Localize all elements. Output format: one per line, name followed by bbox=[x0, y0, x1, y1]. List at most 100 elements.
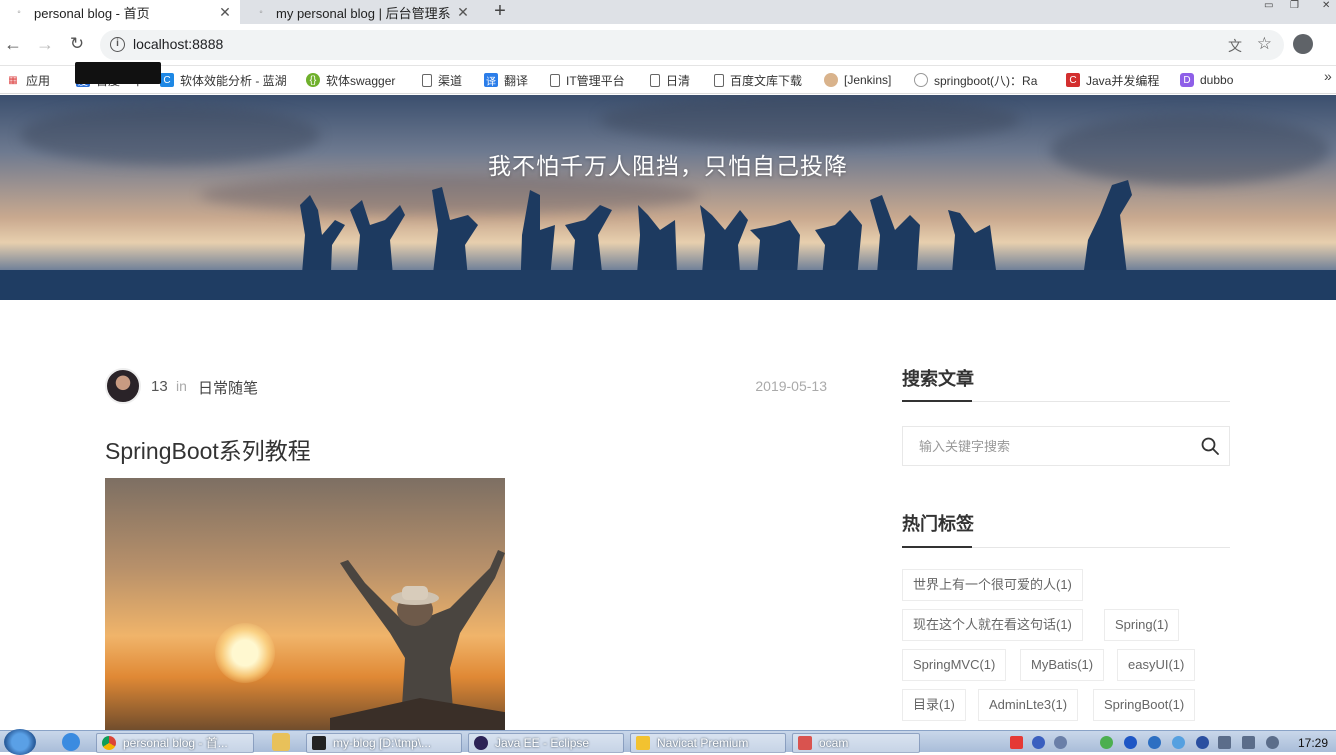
bookmark-swagger[interactable]: {} 软体swagger bbox=[306, 71, 395, 89]
ie-icon[interactable] bbox=[62, 733, 80, 751]
ground-strip bbox=[0, 270, 1336, 300]
post-author[interactable]: 13 bbox=[151, 378, 168, 395]
in-label: in bbox=[176, 378, 187, 394]
info-icon[interactable]: i bbox=[110, 37, 125, 52]
lanhu-icon: C bbox=[160, 73, 174, 87]
address-bar[interactable]: i localhost:8888 文 ☆ bbox=[100, 30, 1284, 60]
ocam-icon bbox=[798, 736, 812, 750]
search-box bbox=[902, 426, 1230, 466]
minimize-icon[interactable]: ▭ bbox=[1264, 0, 1273, 11]
hero-motto: 我不怕千万人阻挡，只怕自己投降 bbox=[488, 153, 848, 179]
bookmark-springboot[interactable]: springboot(八)：Ra bbox=[914, 71, 1048, 89]
page-icon bbox=[550, 73, 560, 87]
tab-strip: ◦ personal blog - 首页 ✕ ◦ my personal blo… bbox=[0, 0, 1336, 24]
csdn-icon: C bbox=[1066, 73, 1080, 87]
globe-icon bbox=[914, 73, 928, 87]
task-chrome[interactable]: personal blog - 首... bbox=[96, 733, 254, 753]
bookmarks-more-icon[interactable]: » bbox=[1324, 68, 1332, 84]
shield-icon[interactable] bbox=[1148, 736, 1161, 749]
search-icon[interactable] bbox=[1201, 437, 1219, 455]
profile-icon[interactable] bbox=[1293, 34, 1313, 54]
restore-icon[interactable]: ❐ bbox=[1290, 0, 1299, 11]
post-title[interactable]: SpringBoot系列教程 bbox=[105, 432, 311, 466]
tag-item[interactable]: 现在这个人就在看这句话(1) bbox=[902, 609, 1083, 641]
tab-title: my personal blog | 后台管理系 bbox=[276, 5, 451, 21]
keyboard-icon[interactable] bbox=[1054, 736, 1067, 749]
tag-item[interactable]: 目录(1) bbox=[902, 689, 966, 721]
bookmark-lanhu[interactable]: C 软体效能分析 - 蓝湖 bbox=[160, 71, 287, 89]
bookmark-it-platform[interactable]: IT管理平台 bbox=[550, 71, 625, 89]
back-icon[interactable]: ← bbox=[1, 32, 25, 56]
browser-toolbar: ← → ↻ i localhost:8888 文 ☆ ⋮ bbox=[0, 24, 1336, 66]
help-icon[interactable] bbox=[1032, 736, 1045, 749]
reload-icon[interactable]: ↻ bbox=[65, 32, 89, 56]
signal-icon[interactable] bbox=[1242, 736, 1255, 749]
search-heading: 搜索文章 bbox=[902, 369, 974, 389]
folder-icon[interactable] bbox=[272, 733, 290, 751]
cloud-shape bbox=[600, 95, 1020, 145]
tag-item[interactable]: MyBatis(1) bbox=[1020, 649, 1105, 681]
divider-accent bbox=[902, 546, 972, 548]
wechat-icon[interactable] bbox=[1100, 736, 1113, 749]
close-window-icon[interactable]: ✕ bbox=[1322, 0, 1330, 11]
page-icon: ◦ bbox=[259, 6, 263, 18]
tag-item[interactable]: Spring(1) bbox=[1104, 609, 1180, 641]
forward-icon[interactable]: → bbox=[33, 32, 57, 56]
bookmark-channel[interactable]: 渠道 bbox=[422, 71, 462, 89]
navicat-icon bbox=[636, 736, 650, 750]
update-icon[interactable] bbox=[1196, 736, 1209, 749]
new-tab-button[interactable]: + bbox=[488, 0, 512, 24]
menu-icon[interactable]: ⋮ bbox=[1328, 32, 1336, 53]
person-silhouette bbox=[330, 550, 505, 733]
bluetooth-icon[interactable] bbox=[1124, 736, 1137, 749]
bookmark-java-concurrency[interactable]: C Java并发编程 bbox=[1066, 71, 1159, 89]
sun-shape bbox=[215, 623, 275, 683]
close-icon[interactable]: ✕ bbox=[454, 4, 472, 21]
close-icon[interactable]: ✕ bbox=[216, 4, 234, 21]
task-idea[interactable]: my-blog [D:\tmp\... bbox=[306, 733, 462, 753]
bookmarks-bar: ▦应用 度百度一下 C软体效能分析 - 蓝湖 {}软体swagger 渠道 译翻… bbox=[0, 66, 1336, 94]
divider-accent bbox=[902, 400, 972, 402]
tab-admin[interactable]: ◦ my personal blog | 后台管理系 ✕ bbox=[242, 0, 478, 24]
apps-grid-icon: ▦ bbox=[8, 74, 18, 86]
task-eclipse[interactable]: Java EE - Eclipse bbox=[468, 733, 624, 753]
tag-item[interactable]: 世界上有一个很可爱的人(1) bbox=[902, 569, 1083, 601]
clock[interactable]: 17:29 bbox=[1298, 736, 1328, 750]
tag-item[interactable]: SpringMVC(1) bbox=[902, 649, 1007, 681]
swagger-icon: {} bbox=[306, 73, 320, 87]
task-ocam[interactable]: ocam bbox=[792, 733, 920, 753]
page-icon bbox=[422, 73, 432, 87]
url-text: localhost:8888 bbox=[133, 36, 224, 52]
page-icon bbox=[714, 73, 724, 87]
page-icon: ◦ bbox=[17, 6, 21, 18]
network-icon[interactable] bbox=[1172, 736, 1185, 749]
task-navicat[interactable]: Navicat Premium bbox=[630, 733, 786, 753]
sogou-icon[interactable] bbox=[1010, 736, 1023, 749]
bookmark-riqing[interactable]: 日清 bbox=[650, 71, 690, 89]
start-button[interactable] bbox=[4, 729, 36, 755]
tab-personal-blog[interactable]: ◦ personal blog - 首页 ✕ bbox=[0, 0, 240, 24]
power-icon[interactable] bbox=[1218, 736, 1231, 749]
chrome-icon bbox=[102, 736, 116, 750]
tag-item[interactable]: AdminLte3(1) bbox=[978, 689, 1079, 721]
search-input[interactable] bbox=[919, 436, 1189, 456]
dubbo-icon: D bbox=[1180, 73, 1194, 87]
tags-heading: 热门标签 bbox=[902, 514, 974, 534]
system-tray bbox=[1008, 733, 1336, 753]
tab-title: personal blog - 首页 bbox=[34, 5, 150, 21]
post-category[interactable]: 日常随笔 bbox=[198, 377, 258, 398]
avatar[interactable] bbox=[105, 368, 141, 404]
bookmark-wenku[interactable]: 百度文库下载 bbox=[714, 71, 802, 89]
tooltip bbox=[75, 62, 161, 84]
bookmark-apps[interactable]: ▦ 应用 bbox=[6, 71, 50, 89]
bookmark-jenkins[interactable]: [Jenkins] bbox=[824, 71, 891, 89]
tag-item[interactable]: SpringBoot(1) bbox=[1093, 689, 1196, 721]
volume-icon[interactable] bbox=[1266, 736, 1279, 749]
tag-item[interactable]: easyUI(1) bbox=[1117, 649, 1196, 681]
post-date: 2019-05-13 bbox=[755, 378, 827, 394]
bookmark-translate[interactable]: 译翻译 bbox=[484, 71, 528, 89]
bookmark-dubbo[interactable]: Ddubbo bbox=[1180, 71, 1233, 89]
post-cover-image[interactable] bbox=[105, 478, 505, 733]
star-icon[interactable]: ☆ bbox=[1257, 34, 1272, 54]
translate-icon[interactable]: 文 bbox=[1228, 36, 1242, 56]
